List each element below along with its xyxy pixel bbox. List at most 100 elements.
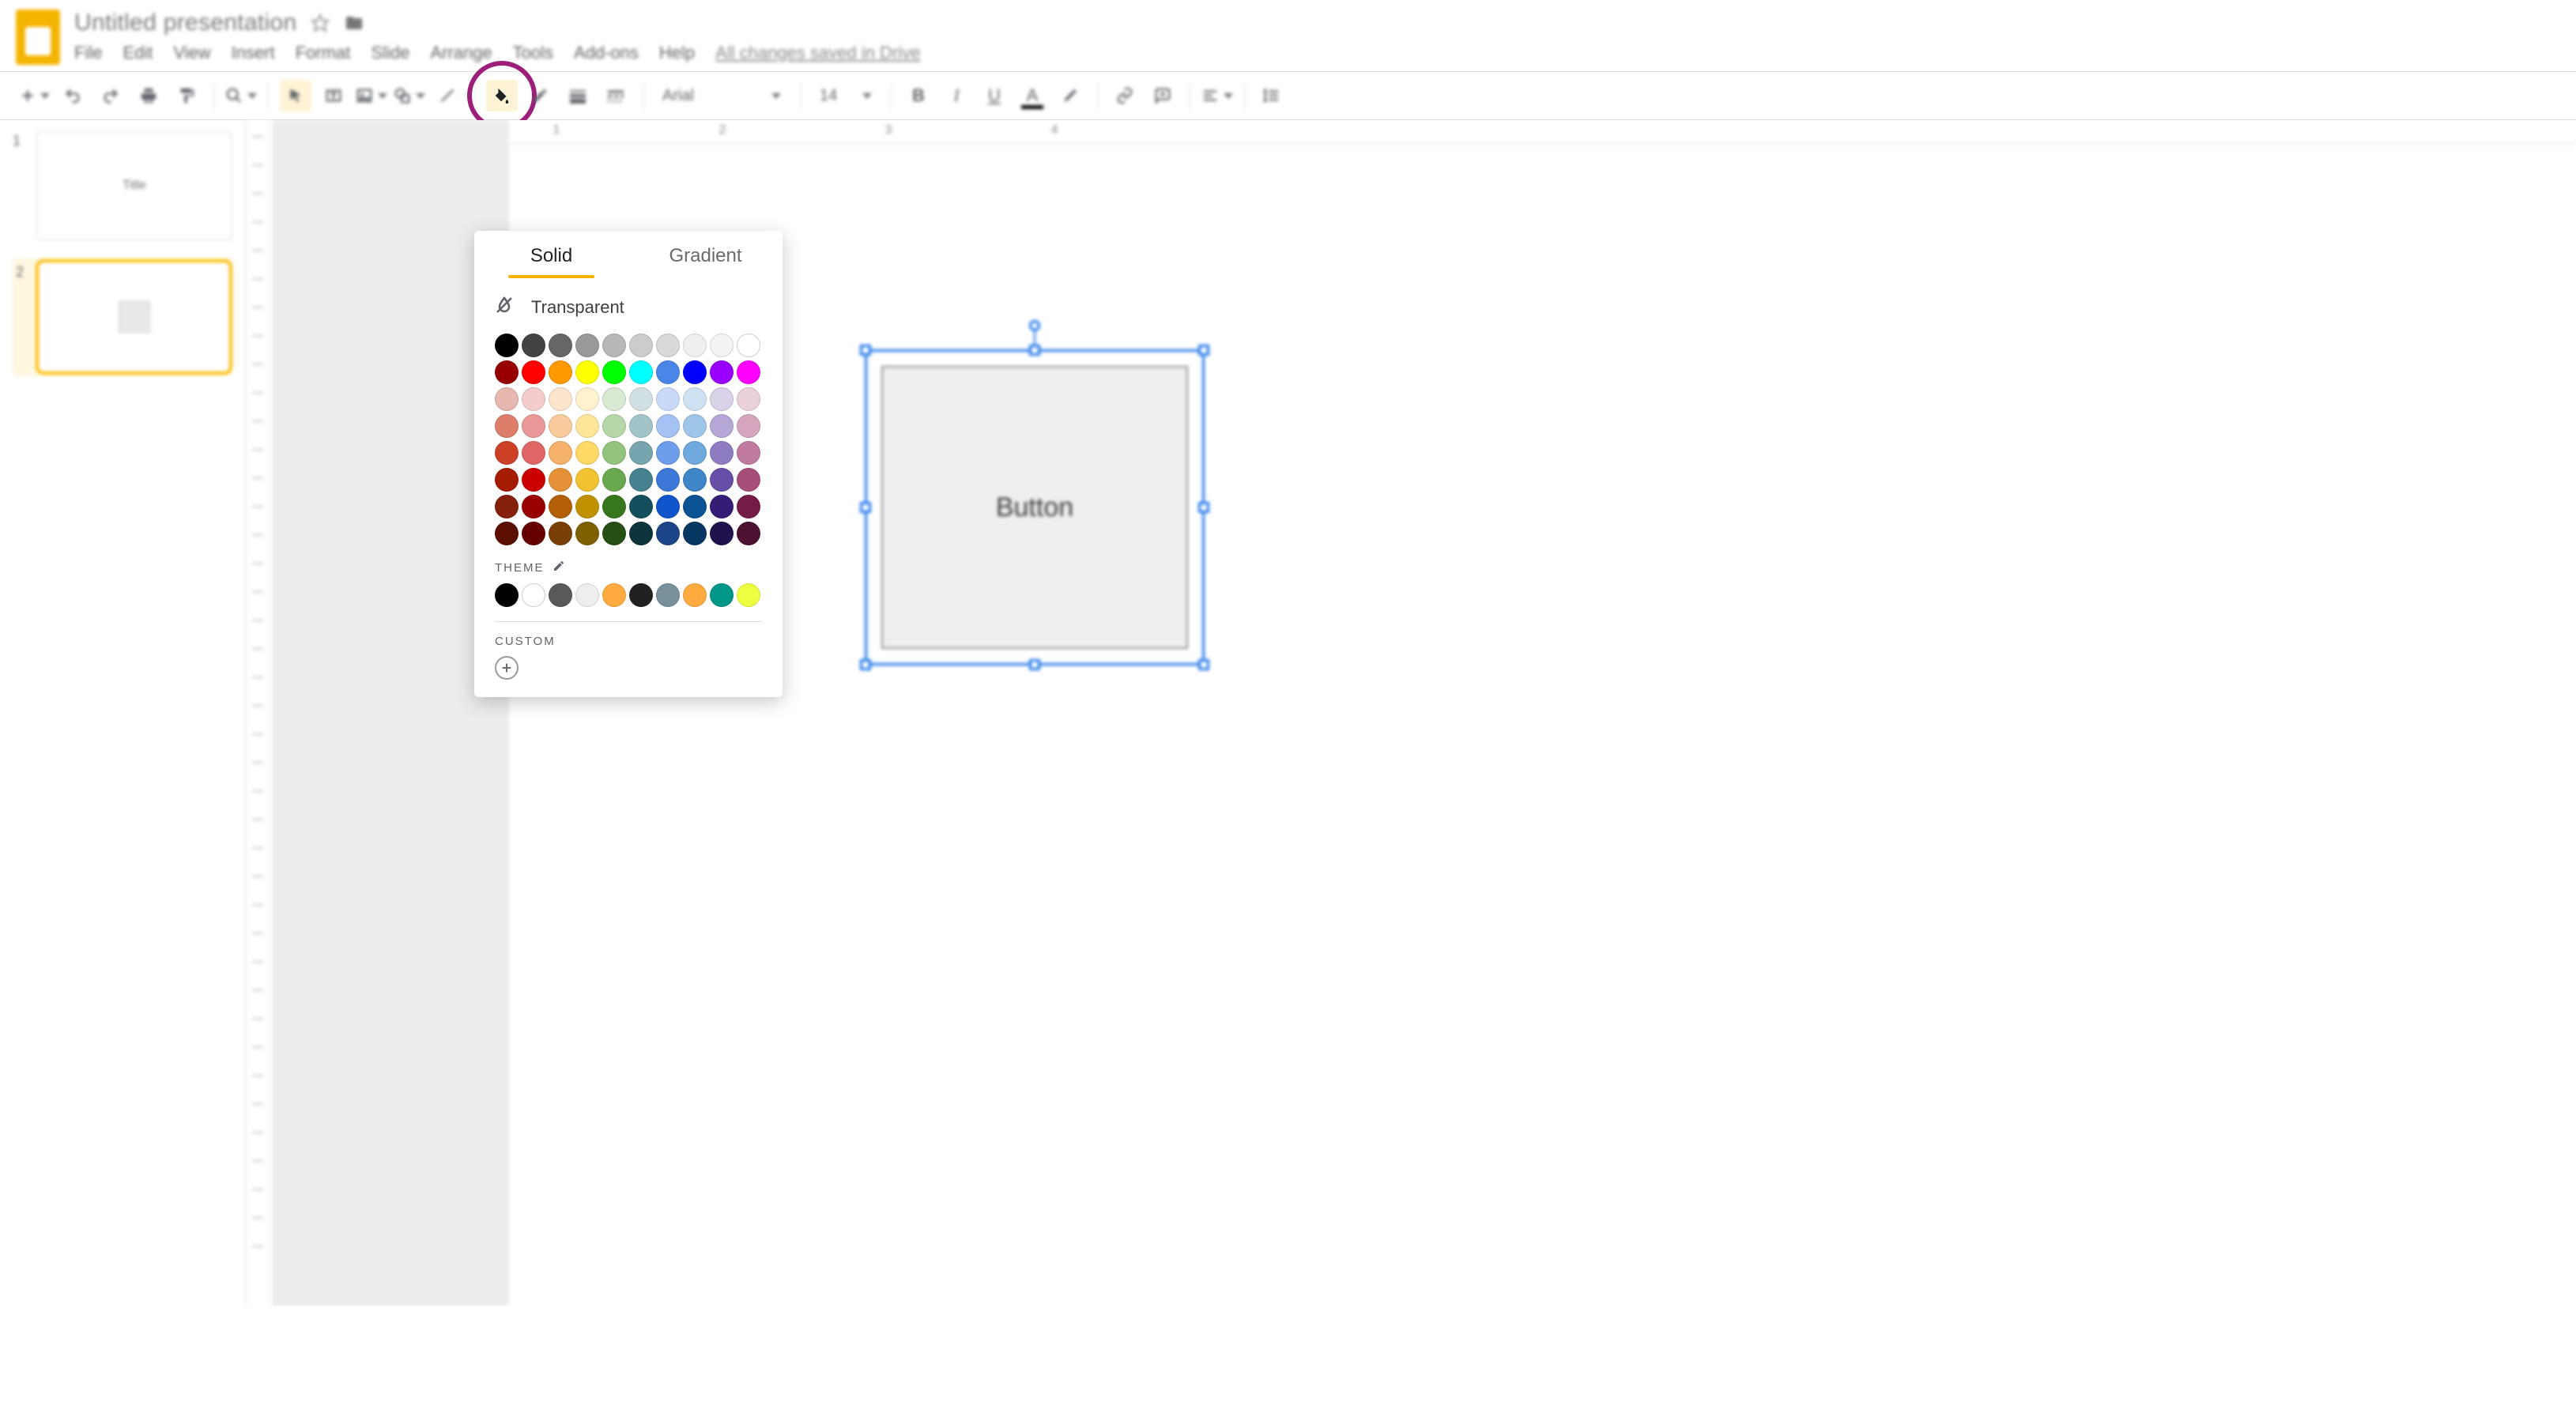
menu-slide[interactable]: Slide bbox=[371, 43, 409, 63]
color-swatch[interactable] bbox=[710, 441, 734, 465]
insert-image-button[interactable] bbox=[356, 80, 387, 111]
rotation-handle[interactable] bbox=[1029, 320, 1040, 331]
shape-button[interactable] bbox=[394, 80, 425, 111]
color-swatch[interactable] bbox=[737, 522, 760, 545]
color-swatch[interactable] bbox=[683, 441, 707, 465]
color-swatch[interactable] bbox=[549, 468, 572, 492]
bold-button[interactable]: B bbox=[903, 80, 934, 111]
line-spacing-button[interactable] bbox=[1256, 80, 1288, 111]
color-swatch[interactable] bbox=[602, 495, 626, 518]
color-swatch[interactable] bbox=[710, 334, 734, 357]
resize-handle-bottom-left[interactable] bbox=[860, 659, 871, 670]
print-button[interactable] bbox=[133, 80, 164, 111]
color-swatch[interactable] bbox=[737, 387, 760, 411]
color-swatch[interactable] bbox=[549, 360, 572, 384]
theme-color-swatch[interactable] bbox=[683, 583, 707, 607]
add-custom-color-button[interactable] bbox=[495, 656, 519, 680]
menu-view[interactable]: View bbox=[173, 43, 210, 63]
color-swatch[interactable] bbox=[522, 495, 545, 518]
color-swatch[interactable] bbox=[683, 414, 707, 438]
color-swatch[interactable] bbox=[522, 522, 545, 545]
line-button[interactable] bbox=[432, 80, 463, 111]
color-swatch[interactable] bbox=[575, 468, 599, 492]
color-swatch[interactable] bbox=[522, 360, 545, 384]
border-color-button[interactable] bbox=[524, 80, 556, 111]
border-weight-button[interactable] bbox=[562, 80, 594, 111]
color-swatch[interactable] bbox=[656, 414, 680, 438]
color-swatch[interactable] bbox=[549, 387, 572, 411]
picker-tab-gradient[interactable]: Gradient bbox=[628, 231, 783, 278]
color-swatch[interactable] bbox=[495, 468, 519, 492]
color-swatch[interactable] bbox=[710, 414, 734, 438]
theme-color-swatch[interactable] bbox=[575, 583, 599, 607]
star-icon[interactable] bbox=[311, 13, 330, 32]
zoom-button[interactable] bbox=[225, 80, 257, 111]
color-swatch[interactable] bbox=[602, 387, 626, 411]
color-swatch[interactable] bbox=[737, 360, 760, 384]
select-tool-button[interactable] bbox=[280, 80, 311, 111]
color-swatch[interactable] bbox=[575, 360, 599, 384]
color-swatch[interactable] bbox=[575, 334, 599, 357]
color-swatch[interactable] bbox=[710, 387, 734, 411]
color-swatch[interactable] bbox=[683, 387, 707, 411]
menu-insert[interactable]: Insert bbox=[232, 43, 275, 63]
document-title[interactable]: Untitled presentation bbox=[74, 9, 296, 36]
theme-color-swatch[interactable] bbox=[737, 583, 760, 607]
menu-tools[interactable]: Tools bbox=[513, 43, 553, 63]
transparent-option[interactable]: Transparent bbox=[495, 292, 762, 334]
color-swatch[interactable] bbox=[710, 522, 734, 545]
textbox-button[interactable] bbox=[318, 80, 349, 111]
color-swatch[interactable] bbox=[522, 387, 545, 411]
selected-shape[interactable]: Button bbox=[865, 349, 1205, 665]
theme-color-swatch[interactable] bbox=[549, 583, 572, 607]
color-swatch[interactable] bbox=[656, 387, 680, 411]
color-swatch[interactable] bbox=[575, 522, 599, 545]
color-swatch[interactable] bbox=[575, 414, 599, 438]
menu-edit[interactable]: Edit bbox=[123, 43, 153, 63]
theme-color-swatch[interactable] bbox=[495, 583, 519, 607]
color-swatch[interactable] bbox=[656, 522, 680, 545]
menu-format[interactable]: Format bbox=[296, 43, 351, 63]
color-swatch[interactable] bbox=[549, 334, 572, 357]
color-swatch[interactable] bbox=[575, 441, 599, 465]
color-swatch[interactable] bbox=[656, 495, 680, 518]
add-comment-button[interactable] bbox=[1147, 80, 1179, 111]
color-swatch[interactable] bbox=[737, 468, 760, 492]
color-swatch[interactable] bbox=[495, 441, 519, 465]
color-swatch[interactable] bbox=[737, 334, 760, 357]
font-size-select[interactable]: 14 bbox=[812, 80, 880, 111]
folder-move-icon[interactable] bbox=[344, 13, 364, 32]
color-swatch[interactable] bbox=[683, 495, 707, 518]
color-swatch[interactable] bbox=[629, 522, 653, 545]
underline-button[interactable]: U bbox=[979, 80, 1010, 111]
resize-handle-bottom-center[interactable] bbox=[1029, 659, 1040, 670]
color-swatch[interactable] bbox=[495, 522, 519, 545]
theme-color-swatch[interactable] bbox=[602, 583, 626, 607]
insert-link-button[interactable] bbox=[1109, 80, 1141, 111]
menu-arrange[interactable]: Arrange bbox=[430, 43, 492, 63]
color-swatch[interactable] bbox=[629, 334, 653, 357]
color-swatch[interactable] bbox=[629, 360, 653, 384]
highlight-color-button[interactable] bbox=[1054, 80, 1086, 111]
color-swatch[interactable] bbox=[549, 414, 572, 438]
color-swatch[interactable] bbox=[575, 495, 599, 518]
resize-handle-top-right[interactable] bbox=[1198, 345, 1209, 356]
color-swatch[interactable] bbox=[629, 414, 653, 438]
font-family-select[interactable]: Arial bbox=[654, 80, 789, 111]
fill-color-button[interactable] bbox=[486, 80, 518, 111]
color-swatch[interactable] bbox=[495, 334, 519, 357]
menu-addons[interactable]: Add-ons bbox=[574, 43, 639, 63]
color-swatch[interactable] bbox=[629, 468, 653, 492]
text-color-button[interactable]: A bbox=[1016, 80, 1048, 111]
color-swatch[interactable] bbox=[602, 441, 626, 465]
color-swatch[interactable] bbox=[549, 441, 572, 465]
color-swatch[interactable] bbox=[602, 468, 626, 492]
color-swatch[interactable] bbox=[710, 360, 734, 384]
color-swatch[interactable] bbox=[522, 468, 545, 492]
slide-thumbnail[interactable]: 1 Title bbox=[13, 131, 232, 240]
theme-color-swatch[interactable] bbox=[629, 583, 653, 607]
align-button[interactable] bbox=[1201, 80, 1233, 111]
color-swatch[interactable] bbox=[683, 360, 707, 384]
color-swatch[interactable] bbox=[737, 441, 760, 465]
edit-theme-icon[interactable] bbox=[553, 560, 565, 575]
